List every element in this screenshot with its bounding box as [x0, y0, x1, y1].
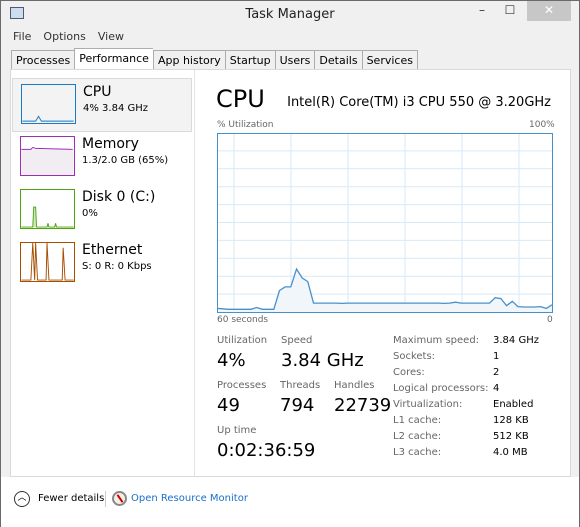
menu-bar: File Options View	[13, 30, 124, 43]
resource-monitor-icon	[112, 491, 127, 506]
spec-label: L3 cache:	[393, 447, 442, 458]
y-max-label: 100%	[529, 120, 555, 130]
spec-value: 4.0 MB	[493, 447, 528, 458]
spec-value: Enabled	[493, 399, 534, 410]
ethernet-label: Ethernet	[82, 242, 143, 258]
threads-label: Threads	[280, 380, 321, 391]
minimize-button[interactable]: –	[469, 1, 495, 21]
processor-name: Intel(R) Core(TM) i3 CPU 550 @ 3.20GHz	[287, 95, 551, 110]
x-axis-left-label: 60 seconds	[217, 315, 269, 325]
open-resource-monitor-link[interactable]: Open Resource Monitor	[131, 493, 248, 504]
processes-label: Processes	[217, 380, 267, 391]
cpu-label: CPU	[83, 84, 112, 100]
threads-value: 794	[280, 395, 315, 416]
tab-users[interactable]: Users	[274, 50, 315, 70]
menu-file[interactable]: File	[13, 30, 31, 43]
spec-label: Sockets:	[393, 351, 436, 362]
menu-view[interactable]: View	[98, 30, 124, 43]
memory-summary: 1.3/2.0 GB (65%)	[82, 155, 169, 166]
spec-label: L1 cache:	[393, 415, 442, 426]
footer: ︿ Fewer details Open Resource Monitor	[1, 477, 579, 527]
tab-services[interactable]: Services	[361, 50, 418, 70]
task-manager-window: Task Manager – ☐ ✕ File Options View Pro…	[0, 0, 580, 527]
sidebar-item-ethernet[interactable]: Ethernet S: 0 R: 0 Kbps	[12, 237, 192, 291]
menu-options[interactable]: Options	[43, 30, 85, 43]
spec-value: 128 KB	[493, 415, 529, 426]
spec-value: 512 KB	[493, 431, 529, 442]
tab-startup[interactable]: Startup	[224, 50, 275, 70]
sidebar-item-disk[interactable]: Disk 0 (C:) 0%	[12, 184, 192, 238]
disk-thumbnail	[20, 189, 75, 229]
utilization-value: 4%	[217, 350, 246, 371]
disk-summary: 0%	[82, 208, 98, 219]
sidebar-item-memory[interactable]: Memory 1.3/2.0 GB (65%)	[12, 131, 192, 185]
tab-app-history[interactable]: App history	[152, 50, 225, 70]
uptime-label: Up time	[217, 425, 257, 436]
spec-label: Cores:	[393, 367, 425, 378]
ethernet-summary: S: 0 R: 0 Kbps	[82, 261, 152, 272]
x-axis-right-label: 0	[547, 315, 553, 325]
title-bar: Task Manager – ☐ ✕	[1, 1, 579, 29]
tab-performance[interactable]: Performance	[74, 48, 153, 70]
disk-label: Disk 0 (C:)	[82, 189, 156, 205]
utilization-area	[217, 269, 552, 312]
maximize-button[interactable]: ☐	[497, 1, 523, 21]
utilization-label: Utilization	[217, 335, 268, 346]
spec-label: Virtualization:	[393, 399, 463, 410]
close-button[interactable]: ✕	[527, 1, 571, 21]
memory-label: Memory	[82, 136, 139, 152]
cpu-summary: 4% 3.84 GHz	[83, 103, 149, 114]
footer-divider	[105, 491, 106, 507]
cpu-title: CPU	[216, 85, 265, 113]
resource-sidebar: CPU 4% 3.84 GHz Memory 1.3/2.0 GB (65%) …	[11, 70, 195, 476]
spec-value: 3.84 GHz	[493, 335, 539, 346]
handles-label: Handles	[334, 380, 375, 391]
tab-processes[interactable]: Processes	[11, 50, 75, 70]
uptime-value: 0:02:36:59	[217, 440, 316, 461]
speed-value: 3.84 GHz	[281, 350, 364, 371]
spec-value: 1	[493, 351, 500, 362]
spec-value: 2	[493, 367, 500, 378]
handles-value: 22739	[334, 395, 392, 416]
spec-label: L2 cache:	[393, 431, 442, 442]
ethernet-thumbnail	[20, 242, 75, 282]
y-axis-label: % Utilization	[217, 120, 274, 130]
processes-value: 49	[217, 395, 240, 416]
sidebar-item-cpu[interactable]: CPU 4% 3.84 GHz	[12, 78, 192, 132]
spec-label: Logical processors:	[393, 383, 489, 394]
fewer-details-link[interactable]: Fewer details	[38, 493, 104, 504]
spec-label: Maximum speed:	[393, 335, 480, 346]
tab-bar: Processes Performance App history Startu…	[11, 48, 418, 70]
tab-details[interactable]: Details	[314, 50, 362, 70]
speed-label: Speed	[281, 335, 313, 346]
memory-thumbnail	[20, 136, 75, 176]
cpu-utilization-chart	[217, 133, 553, 313]
chevron-up-icon[interactable]: ︿	[14, 491, 30, 507]
spec-value: 4	[493, 383, 500, 394]
cpu-thumbnail	[21, 84, 76, 124]
